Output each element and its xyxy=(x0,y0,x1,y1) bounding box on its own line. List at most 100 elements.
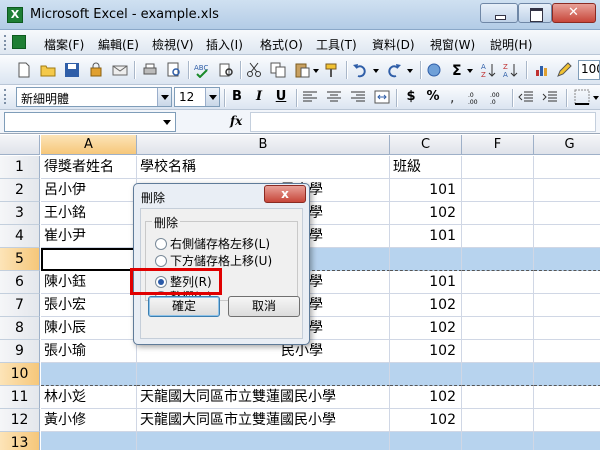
insert-function-icon[interactable]: fx xyxy=(230,114,242,128)
cell-f[interactable] xyxy=(462,386,534,409)
column-header-g[interactable]: G xyxy=(534,135,600,155)
font-size-dropdown-icon[interactable] xyxy=(205,88,219,106)
drawing-icon[interactable] xyxy=(556,62,572,78)
row-header[interactable]: 13 xyxy=(0,432,40,450)
comma-style-icon[interactable]: , xyxy=(446,89,462,105)
dialog-close-button[interactable]: x xyxy=(264,185,306,203)
cell-f[interactable] xyxy=(462,156,534,179)
cell-a[interactable]: 得獎者姓名 xyxy=(41,156,137,179)
row-header[interactable]: 2 xyxy=(0,179,40,202)
row-header[interactable]: 1 xyxy=(0,156,40,179)
chart-wizard-icon[interactable] xyxy=(534,62,550,78)
cell-c[interactable]: 101 xyxy=(390,271,462,294)
cell-b[interactable]: 學校名稱 xyxy=(137,156,390,179)
row-header[interactable]: 4 xyxy=(0,225,40,248)
cell-f[interactable] xyxy=(462,340,534,363)
redo-icon[interactable] xyxy=(386,62,402,78)
cell-a[interactable] xyxy=(41,432,137,450)
radio-button-icon[interactable] xyxy=(155,255,167,267)
cell-c[interactable] xyxy=(390,432,462,450)
zoom-combo[interactable]: 100 xyxy=(578,60,600,80)
menu-help[interactable]: 說明(H) xyxy=(490,36,532,53)
row-header[interactable]: 10 xyxy=(0,363,40,386)
excel-app-icon[interactable]: X xyxy=(7,7,23,23)
sort-ascending-icon[interactable]: AZ xyxy=(480,62,496,78)
menu-file[interactable]: 檔案(F) xyxy=(44,36,84,53)
column-header-b[interactable]: B xyxy=(137,135,390,155)
row-header[interactable]: 3 xyxy=(0,202,40,225)
cell-a[interactable]: 林小彣 xyxy=(41,386,137,409)
increase-indent-icon[interactable] xyxy=(542,89,558,105)
cell-c[interactable]: 102 xyxy=(390,294,462,317)
cell-c[interactable]: 102 xyxy=(390,202,462,225)
cell-b[interactable]: 天龍國大同區市立雙蓮國民小學 xyxy=(137,386,390,409)
hyperlink-icon[interactable] xyxy=(426,62,442,78)
new-document-icon[interactable] xyxy=(16,62,32,78)
cell-a[interactable]: 黃小修 xyxy=(41,409,137,432)
spelling-icon[interactable]: ABC xyxy=(194,62,210,78)
active-cell[interactable] xyxy=(41,248,137,271)
font-size-combo[interactable]: 12 xyxy=(174,87,220,107)
cell-g[interactable] xyxy=(534,363,600,386)
save-icon[interactable] xyxy=(64,62,80,78)
cell-f[interactable] xyxy=(462,363,534,386)
cell-g[interactable] xyxy=(534,248,600,271)
cell-f[interactable] xyxy=(462,271,534,294)
borders-dropdown-icon[interactable] xyxy=(592,89,600,105)
cell-a[interactable] xyxy=(41,363,137,386)
menu-insert[interactable]: 插入(I) xyxy=(206,36,243,53)
column-header-a[interactable]: A xyxy=(41,135,137,155)
decrease-decimal-icon[interactable]: .00.0 xyxy=(490,89,506,105)
cell-a[interactable]: 陳小辰 xyxy=(41,317,137,340)
cell-f[interactable] xyxy=(462,317,534,340)
paste-icon[interactable] xyxy=(294,62,310,78)
cell-g[interactable] xyxy=(534,409,600,432)
cell-c[interactable]: 102 xyxy=(390,386,462,409)
cell-f[interactable] xyxy=(462,409,534,432)
cancel-button[interactable]: 取消 xyxy=(228,296,300,317)
cell-c[interactable]: 101 xyxy=(390,179,462,202)
column-header-c[interactable]: C xyxy=(390,135,462,155)
cell-f[interactable] xyxy=(462,294,534,317)
cell-g[interactable] xyxy=(534,317,600,340)
cell-a[interactable]: 呂小伊 xyxy=(41,179,137,202)
autosum-icon[interactable]: Σ xyxy=(450,62,466,78)
cell-f[interactable] xyxy=(462,225,534,248)
currency-button[interactable]: $ xyxy=(402,89,420,104)
maximize-button[interactable] xyxy=(518,3,552,23)
cell-c[interactable]: 102 xyxy=(390,317,462,340)
bold-button[interactable]: B xyxy=(228,89,246,104)
italic-button[interactable]: I xyxy=(250,89,268,104)
cell-c[interactable]: 101 xyxy=(390,225,462,248)
radio-shift-left[interactable]: 右側儲存格左移(L) xyxy=(155,235,270,252)
row-header[interactable]: 11 xyxy=(0,386,40,409)
cell-g[interactable] xyxy=(534,179,600,202)
undo-icon[interactable] xyxy=(352,62,368,78)
cell-a[interactable]: 崔小尹 xyxy=(41,225,137,248)
decrease-indent-icon[interactable] xyxy=(518,89,534,105)
radio-shift-up[interactable]: 下方儲存格上移(U) xyxy=(155,252,272,269)
format-painter-icon[interactable] xyxy=(324,62,340,78)
sort-descending-icon[interactable]: ZA xyxy=(502,62,518,78)
row-header[interactable]: 8 xyxy=(0,317,40,340)
row-header[interactable]: 5 xyxy=(0,248,40,271)
cell-b[interactable]: 天龍國大同區市立雙蓮國民小學 xyxy=(137,409,390,432)
font-name-dropdown-icon[interactable] xyxy=(157,88,171,106)
copy-icon[interactable] xyxy=(270,62,286,78)
radio-button-icon[interactable] xyxy=(155,238,167,250)
autosum-dropdown-icon[interactable] xyxy=(466,62,474,78)
cell-g[interactable] xyxy=(534,202,600,225)
menu-edit[interactable]: 編輯(E) xyxy=(98,36,139,53)
menu-window[interactable]: 視窗(W) xyxy=(430,36,475,53)
cell-g[interactable] xyxy=(534,225,600,248)
cell-f[interactable] xyxy=(462,202,534,225)
menu-format[interactable]: 格式(O) xyxy=(260,36,303,53)
cell-b[interactable] xyxy=(137,363,390,386)
row-header[interactable]: 12 xyxy=(0,409,40,432)
workbook-icon[interactable] xyxy=(12,35,26,49)
menu-view[interactable]: 檢視(V) xyxy=(152,36,194,53)
cell-a[interactable]: 王小銘 xyxy=(41,202,137,225)
cell-g[interactable] xyxy=(534,271,600,294)
increase-decimal-icon[interactable]: .0.00 xyxy=(468,89,484,105)
merge-center-icon[interactable] xyxy=(374,89,390,105)
